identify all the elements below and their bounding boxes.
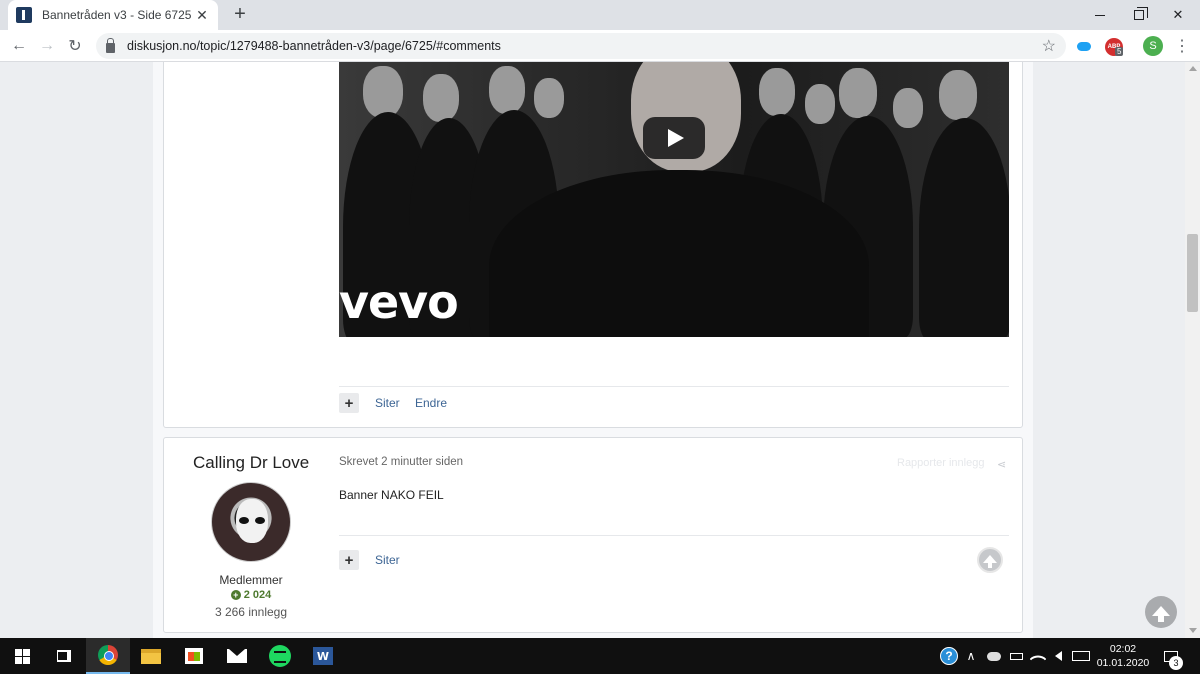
battery-icon <box>1009 652 1023 660</box>
post-author-name[interactable]: Calling Dr Love <box>193 453 309 473</box>
plus-circle-icon: + <box>230 590 241 600</box>
tab-title: Bannetråden v3 - Side 6725 - Lek <box>42 8 194 22</box>
onedrive-extension-icon[interactable] <box>1077 42 1091 51</box>
minimize-icon <box>1095 14 1105 16</box>
restore-icon <box>1134 7 1148 20</box>
scroll-up-arrow-icon[interactable] <box>1189 66 1197 71</box>
multiquote-button[interactable]: + <box>339 550 359 570</box>
cloud-icon <box>987 651 1001 661</box>
edit-link[interactable]: Endre <box>415 396 447 410</box>
post-footer-divider <box>339 386 1009 387</box>
notification-count-badge: 3 <box>1169 656 1183 670</box>
reaction-upvote-button[interactable] <box>977 547 1003 573</box>
taskbar-clock[interactable]: 02:02 01.01.2020 <box>1094 642 1152 670</box>
video-thumbnail-face <box>893 88 923 128</box>
video-thumbnail-face <box>805 84 835 124</box>
video-thumbnail-figure <box>919 118 1009 337</box>
tray-help-button[interactable]: ? <box>938 638 960 674</box>
video-thumbnail-face <box>489 66 525 114</box>
author-avatar[interactable] <box>211 482 291 562</box>
video-thumbnail-face <box>839 68 877 118</box>
scroll-to-top-button[interactable] <box>1145 596 1177 628</box>
quote-link[interactable]: Siter <box>375 396 400 410</box>
clock-date: 01.01.2020 <box>1096 657 1150 669</box>
taskbar-spotify[interactable] <box>258 638 302 674</box>
forward-button[interactable]: → <box>35 34 59 58</box>
new-tab-button[interactable]: + <box>228 3 252 27</box>
scrollbar-thumb[interactable] <box>1187 234 1198 312</box>
url-text[interactable]: diskusjon.no/topic/1279488-bannetråden-v… <box>127 39 1042 53</box>
taskbar-file-explorer[interactable] <box>129 638 173 674</box>
author-post-count: 3 266 innlegg <box>214 605 288 619</box>
tab-close-icon[interactable]: ✕ <box>194 7 210 24</box>
share-icon[interactable]: ⋖ <box>997 458 1006 471</box>
author-member-group: Medlemmer <box>219 573 283 587</box>
play-icon <box>668 129 684 147</box>
word-icon: W <box>313 647 333 665</box>
tray-network-warning-icon[interactable] <box>984 638 1004 674</box>
speaker-icon <box>1054 651 1062 661</box>
window-close-button[interactable]: ✕ <box>1155 0 1200 30</box>
reload-button[interactable]: ↻ <box>63 34 87 58</box>
page-viewport: vevo + Siter Endre Calling Dr Love Medle… <box>0 62 1200 638</box>
back-button[interactable]: ← <box>7 34 31 58</box>
tray-keyboard-icon[interactable] <box>1070 638 1092 674</box>
scroll-down-arrow-icon[interactable] <box>1189 628 1197 633</box>
author-reputation: +2 024 <box>163 589 339 601</box>
arrow-up-icon <box>1152 605 1170 622</box>
taskbar-chrome[interactable] <box>86 638 130 674</box>
post-timestamp[interactable]: Skrevet 2 minutter siden <box>339 456 463 468</box>
taskbar-word[interactable]: W <box>301 638 345 674</box>
tray-volume-icon[interactable] <box>1048 638 1068 674</box>
video-play-button[interactable] <box>643 117 705 159</box>
task-view-icon <box>57 650 71 662</box>
clock-time: 02:02 <box>1109 643 1137 655</box>
chrome-icon <box>98 645 118 665</box>
site-favicon-icon <box>16 7 32 23</box>
folder-icon <box>141 648 161 664</box>
browser-toolbar: ← → ↻ diskusjon.no/topic/1279488-bannetr… <box>0 30 1200 62</box>
video-thumbnail-face <box>534 78 564 118</box>
windows-logo-icon <box>14 648 30 664</box>
reputation-value: 2 024 <box>243 589 272 601</box>
address-bar[interactable]: diskusjon.no/topic/1279488-bannetråden-v… <box>96 33 1066 59</box>
wifi-icon <box>1029 650 1047 668</box>
adblock-count-badge: 5 <box>1115 47 1124 56</box>
keyboard-icon <box>1072 651 1090 661</box>
browser-tabstrip: Bannetråden v3 - Side 6725 - Lek ✕ + ✕ <box>0 0 1200 30</box>
multiquote-button[interactable]: + <box>339 393 359 413</box>
tray-battery-icon[interactable] <box>1006 638 1026 674</box>
windows-taskbar: W ? ∧ 02:02 01.01.2020 <box>0 638 1200 674</box>
avatar-eye <box>239 517 249 524</box>
quote-link[interactable]: Siter <box>375 553 400 567</box>
report-post-link[interactable]: Rapporter innlegg <box>897 457 984 469</box>
start-button[interactable] <box>0 638 44 674</box>
spotify-icon <box>269 645 291 667</box>
post-content: Banner NAKO FEIL <box>339 488 444 502</box>
help-question-icon: ? <box>940 647 958 665</box>
page-scrollbar[interactable] <box>1185 62 1200 638</box>
avatar-eye <box>255 517 265 524</box>
task-view-button[interactable] <box>42 638 86 674</box>
browser-menu-button[interactable]: ⋮ <box>1173 38 1191 56</box>
arrow-up-icon <box>983 554 997 568</box>
tray-wifi-icon[interactable] <box>1028 638 1048 674</box>
store-bag-icon <box>185 648 203 664</box>
taskbar-store[interactable] <box>172 638 216 674</box>
avatar-kiss-face <box>236 499 268 543</box>
browser-tab-active[interactable]: Bannetråden v3 - Side 6725 - Lek ✕ <box>8 0 218 30</box>
lock-icon[interactable] <box>106 37 115 53</box>
video-thumbnail-face <box>759 68 795 116</box>
video-thumbnail-face <box>363 66 403 118</box>
vevo-logo: vevo <box>339 275 459 329</box>
mail-envelope-icon <box>227 649 247 663</box>
video-thumbnail-face <box>423 74 459 122</box>
post-footer-divider <box>339 535 1009 536</box>
bookmark-star-icon[interactable]: ☆ <box>1042 36 1056 56</box>
video-thumbnail-face <box>939 70 977 120</box>
taskbar-mail[interactable] <box>215 638 259 674</box>
tray-show-hidden-icons[interactable]: ∧ <box>962 638 980 674</box>
profile-avatar-button[interactable]: S <box>1143 36 1163 56</box>
embedded-video-player[interactable]: vevo <box>339 62 1009 337</box>
